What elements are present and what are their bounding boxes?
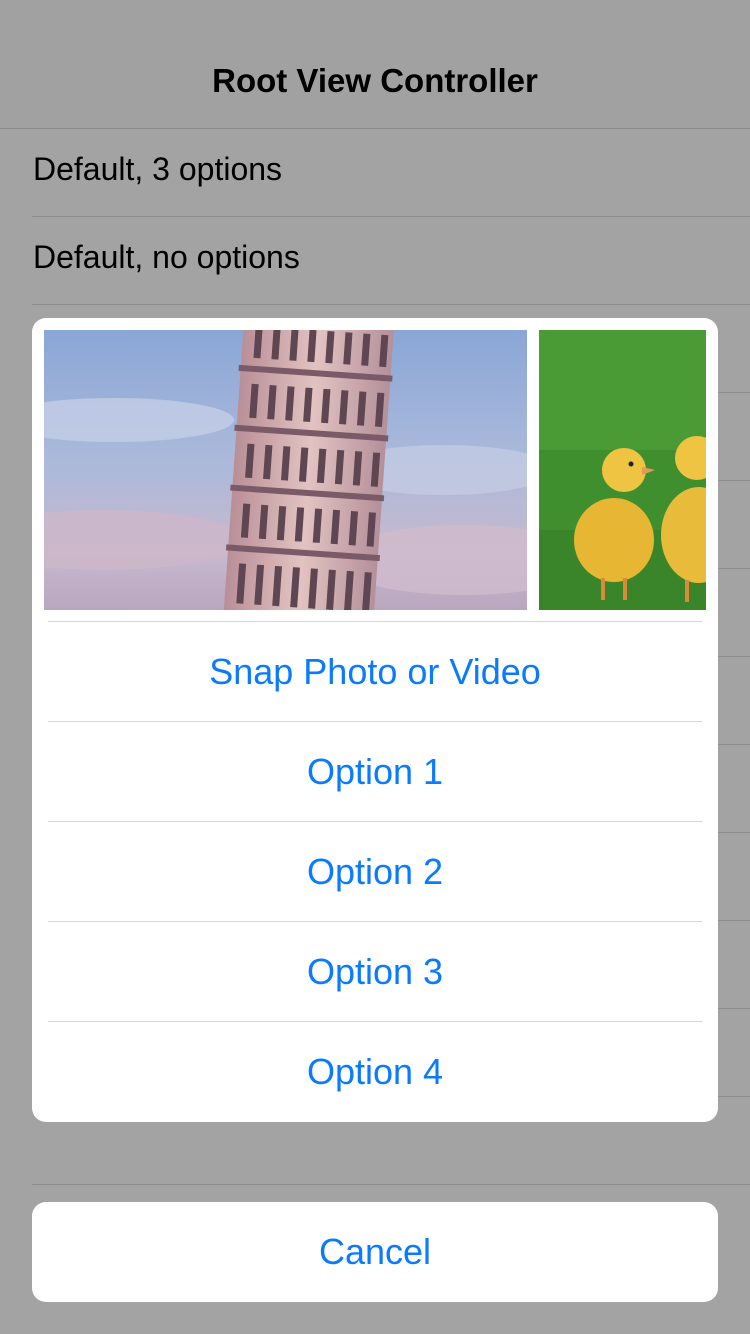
- option-1-button[interactable]: Option 1: [48, 721, 702, 821]
- navigation-bar: Root View Controller: [0, 0, 750, 129]
- snap-photo-button[interactable]: Snap Photo or Video: [48, 621, 702, 721]
- ducklings-image: [539, 330, 706, 610]
- cancel-button[interactable]: Cancel: [32, 1202, 718, 1302]
- table-row[interactable]: Default, 3 options: [32, 129, 750, 217]
- option-2-button[interactable]: Option 2: [48, 821, 702, 921]
- row-label: Default, 3 options: [33, 151, 283, 187]
- nav-title: Root View Controller: [212, 62, 538, 99]
- row-label: Default, no options: [33, 239, 300, 275]
- option-3-button[interactable]: Option 3: [48, 921, 702, 1021]
- photo-strip[interactable]: [44, 330, 706, 610]
- leaning-tower-image: [44, 330, 527, 610]
- photo-thumbnail-ducklings[interactable]: [539, 330, 706, 610]
- option-4-button[interactable]: Option 4: [48, 1021, 702, 1121]
- table-row[interactable]: Default, no options: [32, 217, 750, 305]
- photo-thumbnail-tower[interactable]: [44, 330, 527, 610]
- action-sheet: Snap Photo or Video Option 1 Option 2 Op…: [32, 318, 718, 1122]
